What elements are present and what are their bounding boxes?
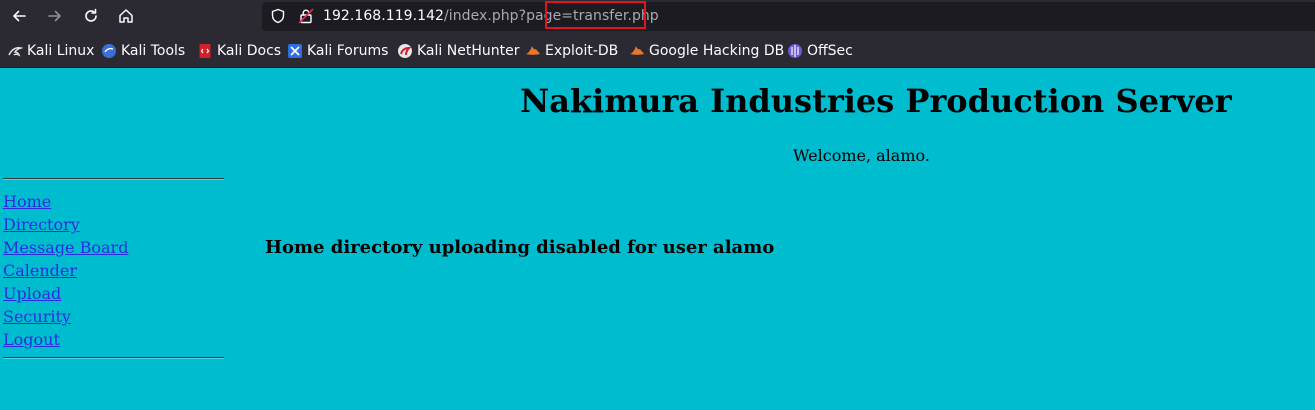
bookmark-label: Kali Docs bbox=[217, 43, 282, 59]
bookmark-kali-forums[interactable]: Kali Forums bbox=[287, 42, 388, 60]
bookmark-kali-linux[interactable]: Kali Linux bbox=[7, 42, 94, 60]
divider-bottom bbox=[3, 357, 224, 359]
bookmark-label: Exploit-DB bbox=[545, 43, 619, 59]
welcome-message: Welcome, alamo. bbox=[793, 146, 930, 165]
nav-link-message-board[interactable]: Message Board bbox=[3, 236, 224, 259]
bookmark-label: OffSec bbox=[807, 43, 853, 59]
kali-tools-icon bbox=[102, 44, 116, 58]
reload-icon bbox=[85, 8, 97, 22]
upload-disabled-notice: Home directory uploading disabled for us… bbox=[265, 237, 775, 258]
reload-button[interactable] bbox=[78, 3, 104, 29]
bookmark-offsec[interactable]: OffSec bbox=[787, 42, 853, 60]
back-arrow-icon bbox=[13, 10, 26, 22]
back-button[interactable] bbox=[6, 3, 32, 29]
nav-link-security[interactable]: Security bbox=[3, 305, 224, 328]
nav-link-calender[interactable]: Calender bbox=[3, 259, 224, 282]
bookmark-label: Google Hacking DB bbox=[649, 43, 785, 59]
forward-arrow-icon bbox=[48, 10, 61, 22]
divider-top bbox=[3, 178, 224, 180]
bookmark-label: Kali Linux bbox=[27, 43, 95, 59]
sidebar-nav: Home Directory Message Board Calender Up… bbox=[3, 178, 224, 359]
nav-list: Home Directory Message Board Calender Up… bbox=[3, 190, 224, 351]
bookmark-kali-nethunter[interactable]: Kali NetHunter bbox=[397, 42, 519, 60]
bookmark-google-hacking-db[interactable]: Google Hacking DB bbox=[629, 42, 784, 60]
url-highlight-box bbox=[545, 1, 646, 29]
bookmark-label: Kali Tools bbox=[121, 43, 186, 59]
bookmark-label: Kali NetHunter bbox=[417, 43, 520, 59]
bookmark-kali-tools[interactable]: Kali Tools bbox=[101, 42, 185, 60]
nethunter-icon bbox=[398, 44, 412, 58]
nav-link-upload[interactable]: Upload bbox=[3, 282, 224, 305]
bookmark-exploit-db[interactable]: Exploit-DB bbox=[525, 42, 618, 60]
exploit-db-icon bbox=[526, 46, 540, 55]
kali-forums-icon bbox=[288, 44, 302, 58]
ghdb-icon bbox=[630, 46, 644, 55]
web-page: Nakimura Industries Production Server We… bbox=[0, 68, 1315, 410]
shield-icon bbox=[271, 8, 285, 24]
address-bar[interactable]: 192.168.119.142/index.php?page=transfer.… bbox=[262, 1, 1315, 31]
forward-button[interactable] bbox=[42, 3, 68, 29]
home-button[interactable] bbox=[113, 3, 139, 29]
bookmark-kali-docs[interactable]: Kali Docs bbox=[197, 42, 281, 60]
bookmark-label: Kali Forums bbox=[307, 43, 389, 59]
browser-toolbar: 192.168.119.142/index.php?page=transfer.… bbox=[0, 0, 1315, 33]
insecure-lock-icon bbox=[298, 8, 314, 24]
kali-dragon-icon bbox=[8, 47, 23, 57]
offsec-icon bbox=[788, 44, 802, 58]
nav-link-logout[interactable]: Logout bbox=[3, 328, 224, 351]
url-host: 192.168.119.142 bbox=[323, 8, 444, 24]
nav-link-directory[interactable]: Directory bbox=[3, 213, 224, 236]
kali-docs-icon bbox=[199, 44, 211, 58]
nav-link-home[interactable]: Home bbox=[3, 190, 224, 213]
bookmarks-bar: Kali Linux Kali Tools Kali Docs Kali For… bbox=[0, 33, 1315, 68]
home-icon bbox=[119, 9, 133, 23]
page-title: Nakimura Industries Production Server bbox=[520, 82, 1232, 120]
